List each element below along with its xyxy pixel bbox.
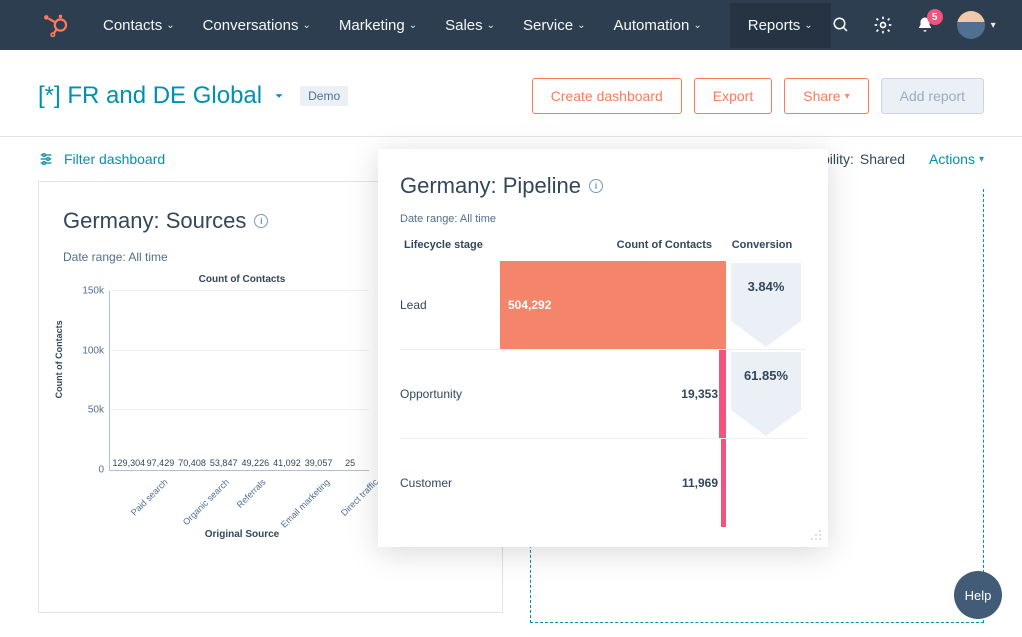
hubspot-logo[interactable] [42,10,68,40]
funnel-row: Opportunity 19,353 61.85% [400,349,806,438]
help-button[interactable]: Help [954,571,1002,619]
col-conversion: Conversion [722,239,802,251]
visibility-value: Shared [860,151,905,167]
filter-dashboard-button[interactable]: Filter dashboard [38,151,165,167]
card-title: Germany: Pipeline [400,173,581,199]
chevron-down-icon: ⌄ [166,20,174,31]
nav-service[interactable]: Service⌄ [523,17,585,34]
settings-icon[interactable] [873,15,893,35]
info-icon[interactable]: i [589,179,603,193]
create-dashboard-button[interactable]: Create dashboard [532,78,682,114]
y-axis-label: Count of Contacts [54,320,64,398]
dashboard-title: [*] FR and DE Global [38,82,262,110]
nav-automation[interactable]: Automation⌄ [613,17,701,34]
x-tick: Referrals [234,477,267,510]
export-button[interactable]: Export [694,78,772,114]
filter-label: Filter dashboard [64,151,165,167]
count-value: 11,969 [682,476,718,490]
chevron-down-icon: ⌄ [409,20,417,31]
y-tick: 100k [82,345,110,356]
conversion-value: 3.84% [726,279,806,294]
date-range-label: Date range: All time [400,213,806,225]
chevron-down-icon: ⌄ [693,20,701,31]
share-button[interactable]: Share▾ [784,78,868,114]
x-axis-label: Original Source [107,529,377,540]
chevron-down-icon: ⌄ [577,20,585,31]
demo-tag: Demo [300,86,348,106]
pipeline-report-card: Germany: Pipeline i Date range: All time… [378,149,828,547]
count-value: 504,292 [508,298,551,312]
count-value: 19,353 [681,387,718,401]
chart-top-title: Count of Contacts [107,274,377,285]
dashboard-title-selector[interactable]: [*] FR and DE Global Demo [38,82,348,110]
nav-reports[interactable]: Reports⌄ [730,3,831,48]
bar-chart: Count of Contacts Count of Contacts 0 50k… [57,274,377,544]
nav-conversations[interactable]: Conversations⌄ [203,17,311,34]
x-tick: Direct traffic [339,477,380,518]
nav-contacts[interactable]: Contacts⌄ [103,17,175,34]
dashboard-header: [*] FR and DE Global Demo Create dashboa… [0,50,1022,136]
col-count: Count of Contacts [504,239,722,251]
info-icon[interactable]: i [254,214,268,228]
chevron-down-icon: ⌄ [302,20,310,31]
top-nav: Contacts⌄ Conversations⌄ Marketing⌄ Sales⌄ S… [0,0,1022,50]
filter-icon [38,151,54,167]
card-title: Germany: Sources [63,208,246,234]
col-stage: Lifecycle stage [404,239,504,251]
y-tick: 150k [82,286,110,297]
chevron-down-icon: ⌄ [487,20,495,31]
actions-dropdown[interactable]: Actions ▾ [929,151,984,167]
stage-label: Lead [400,261,500,349]
avatar[interactable]: ▾ [957,15,996,35]
chevron-down-icon [272,89,286,103]
caret-down-icon: ▾ [979,154,984,165]
funnel-row: Lead 504,292 3.84% [400,261,806,349]
nav-marketing[interactable]: Marketing⌄ [339,17,417,34]
x-tick: Email marketing [279,477,332,530]
chevron-down-icon: ▾ [991,20,996,31]
y-tick: 50k [88,405,110,416]
x-tick: Organic search [180,477,230,527]
search-icon[interactable] [831,15,851,35]
nav-sales[interactable]: Sales⌄ [445,17,495,34]
funnel-row: Customer 11,969 [400,438,806,527]
stage-label: Opportunity [400,350,500,438]
x-tick: Paid search [129,477,170,518]
notification-badge: 5 [927,9,943,25]
caret-down-icon: ▾ [845,91,850,102]
stage-label: Customer [400,439,500,527]
resize-handle-icon[interactable] [806,525,822,541]
notifications-icon[interactable]: 5 [915,15,935,35]
chevron-down-icon: ⌄ [804,20,812,31]
y-tick: 0 [98,465,110,476]
conversion-value: 61.85% [726,368,806,383]
main-content: Germany: Sources i Date range: All time … [0,181,1022,613]
add-report-button: Add report [881,78,984,114]
